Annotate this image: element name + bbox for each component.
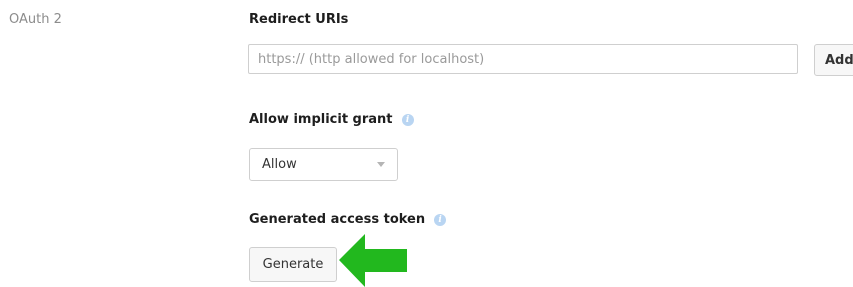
info-icon[interactable]: i	[401, 113, 414, 126]
section-label: OAuth 2	[9, 12, 62, 27]
select-value: Allow	[262, 157, 297, 172]
green-arrow-icon	[339, 234, 407, 287]
oauth-settings-panel: OAuth 2 Redirect URIs Add Allow implicit…	[0, 0, 853, 287]
allow-implicit-grant-heading: Allow implicit grant i	[249, 112, 414, 127]
redirect-uri-input[interactable]	[248, 44, 798, 74]
generated-access-token-heading: Generated access token i	[249, 212, 447, 227]
allow-implicit-grant-select[interactable]: Allow	[249, 148, 398, 181]
redirect-uris-heading-text: Redirect URIs	[249, 12, 349, 27]
generate-token-button[interactable]: Generate	[249, 247, 337, 282]
generated-access-token-heading-text: Generated access token	[249, 212, 426, 227]
chevron-down-icon	[377, 162, 385, 167]
info-icon[interactable]: i	[434, 213, 447, 226]
add-redirect-uri-button[interactable]: Add	[814, 44, 853, 76]
allow-implicit-grant-heading-text: Allow implicit grant	[249, 112, 393, 127]
redirect-uris-heading: Redirect URIs	[249, 12, 348, 27]
